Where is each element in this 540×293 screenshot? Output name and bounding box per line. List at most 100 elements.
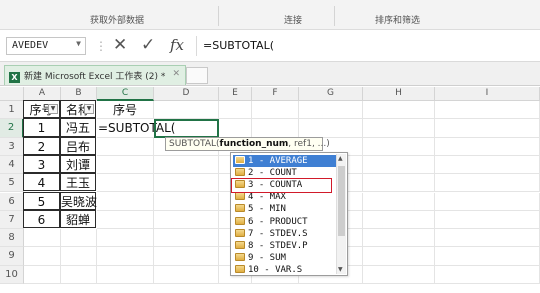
empty-cell[interactable]	[154, 155, 219, 175]
empty-cell[interactable]	[154, 229, 219, 248]
data-cell-name[interactable]: 王玉	[60, 173, 96, 192]
empty-cell[interactable]	[435, 210, 540, 230]
column-header-a[interactable]: A	[24, 87, 61, 101]
empty-cell[interactable]	[97, 247, 154, 266]
column-header-h[interactable]: H	[363, 87, 435, 101]
empty-cell[interactable]	[154, 265, 219, 284]
row-header-9[interactable]: 9	[0, 247, 24, 266]
row-header-2[interactable]: 2	[0, 119, 24, 138]
empty-cell[interactable]	[154, 247, 219, 266]
autocomplete-item[interactable]: 10 - VAR.S	[233, 264, 336, 276]
empty-cell[interactable]	[299, 101, 363, 120]
empty-cell[interactable]	[363, 265, 435, 284]
empty-cell[interactable]	[24, 229, 61, 248]
data-cell-name[interactable]: 吕布	[60, 136, 96, 155]
tooltip-func[interactable]: SUBTOTAL(	[169, 139, 220, 149]
empty-cell[interactable]	[435, 174, 540, 193]
name-box[interactable]: AVEDEV ▼	[6, 37, 86, 55]
data-cell-name[interactable]: 吴晓波	[60, 191, 97, 210]
column-header-c[interactable]: C	[97, 87, 154, 101]
empty-cell[interactable]	[363, 247, 435, 266]
chevron-down-icon[interactable]: ▼	[76, 39, 81, 48]
data-cell-num[interactable]: 3	[23, 154, 60, 174]
empty-cell[interactable]	[363, 229, 435, 248]
insert-function-icon[interactable]: fx	[170, 36, 184, 54]
empty-cell[interactable]	[154, 174, 219, 193]
column-header-b[interactable]: B	[61, 87, 97, 101]
empty-cell[interactable]	[435, 192, 540, 211]
column-header-e[interactable]: E	[219, 87, 252, 101]
data-cell-num[interactable]: 1	[23, 118, 60, 137]
empty-cell[interactable]	[435, 229, 540, 248]
empty-cell[interactable]	[299, 119, 363, 138]
autocomplete-item[interactable]: 4 - MAX	[233, 191, 336, 203]
empty-cell[interactable]	[363, 137, 435, 156]
empty-cell[interactable]	[363, 101, 435, 120]
data-cell-name[interactable]: 冯五	[60, 118, 96, 137]
row-header-5[interactable]: 5	[0, 174, 24, 193]
data-cell-name[interactable]: 刘谭	[60, 154, 96, 174]
empty-cell[interactable]	[363, 210, 435, 230]
empty-cell[interactable]	[97, 192, 154, 211]
autocomplete-item[interactable]: 9 - SUM	[233, 252, 336, 264]
row-header-7[interactable]: 7	[0, 210, 24, 230]
empty-cell[interactable]	[24, 265, 61, 284]
active-cell-c2[interactable]: =SUBTOTAL(	[97, 119, 219, 138]
autocomplete-item[interactable]: 1 - AVERAGE	[233, 155, 336, 167]
column-header-f[interactable]: F	[252, 87, 299, 101]
scroll-down-icon[interactable]: ▼	[338, 266, 343, 273]
empty-cell[interactable]	[252, 119, 299, 138]
empty-cell[interactable]	[219, 101, 252, 120]
empty-cell[interactable]	[363, 119, 435, 138]
autocomplete-item[interactable]: 6 - PRODUCT	[233, 216, 336, 228]
column-header-g[interactable]: G	[299, 87, 363, 101]
empty-cell[interactable]	[435, 101, 540, 120]
empty-cell[interactable]	[363, 155, 435, 175]
empty-cell[interactable]	[252, 101, 299, 120]
empty-cell[interactable]	[154, 101, 219, 120]
column-header-i[interactable]: I	[435, 87, 540, 101]
column-header-d[interactable]: D	[154, 87, 219, 101]
empty-cell[interactable]	[97, 155, 154, 175]
empty-cell[interactable]	[154, 192, 219, 211]
data-cell-num[interactable]: 2	[23, 136, 60, 155]
function-num-autocomplete-list[interactable]: 1 - AVERAGE 2 - COUNT 3 - COUNTA 4 - MAX 5 -…	[230, 152, 348, 276]
data-cell-name[interactable]: 貂蝉	[60, 209, 96, 229]
empty-cell[interactable]	[435, 119, 540, 138]
row-header-8[interactable]: 8	[0, 229, 24, 248]
empty-cell[interactable]	[97, 229, 154, 248]
select-all-corner[interactable]	[0, 87, 24, 101]
autocomplete-item[interactable]: 5 - MIN	[233, 203, 336, 215]
empty-cell[interactable]	[61, 265, 97, 284]
enter-icon[interactable]: ✓	[141, 35, 155, 55]
empty-cell[interactable]	[154, 210, 219, 230]
row-header-6[interactable]: 6	[0, 192, 24, 211]
header-cell-name[interactable]: 名称 ▼	[60, 100, 96, 119]
cancel-icon[interactable]: ✕	[113, 35, 127, 55]
data-cell-num[interactable]: 5	[23, 191, 60, 210]
row-header-10[interactable]: 10	[0, 265, 24, 284]
empty-cell[interactable]	[219, 119, 252, 138]
empty-cell[interactable]	[435, 247, 540, 266]
row-header-4[interactable]: 4	[0, 155, 24, 175]
empty-cell[interactable]	[61, 229, 97, 248]
scroll-up-icon[interactable]: ▲	[338, 155, 343, 162]
empty-cell[interactable]	[363, 192, 435, 211]
filter-dropdown-icon[interactable]: ▼	[48, 104, 58, 114]
autocomplete-item[interactable]: 8 - STDEV.P	[233, 240, 336, 252]
empty-cell[interactable]	[435, 137, 540, 156]
empty-cell[interactable]	[61, 247, 97, 266]
new-tab-button[interactable]	[186, 67, 208, 84]
formula-input[interactable]: =SUBTOTAL(	[196, 36, 536, 56]
empty-cell[interactable]	[97, 210, 154, 230]
empty-cell[interactable]	[97, 174, 154, 193]
empty-cell[interactable]	[97, 265, 154, 284]
data-cell-num[interactable]: 4	[23, 173, 60, 192]
header-cell-seq[interactable]: 序号 ▼	[23, 100, 60, 119]
empty-cell[interactable]	[24, 247, 61, 266]
autocomplete-scrollbar[interactable]: ▲ ▼	[336, 154, 346, 274]
empty-cell[interactable]	[363, 174, 435, 193]
autocomplete-item[interactable]: 7 - STDEV.S	[233, 228, 336, 240]
filter-dropdown-icon[interactable]: ▼	[84, 104, 94, 114]
empty-cell[interactable]	[435, 155, 540, 175]
